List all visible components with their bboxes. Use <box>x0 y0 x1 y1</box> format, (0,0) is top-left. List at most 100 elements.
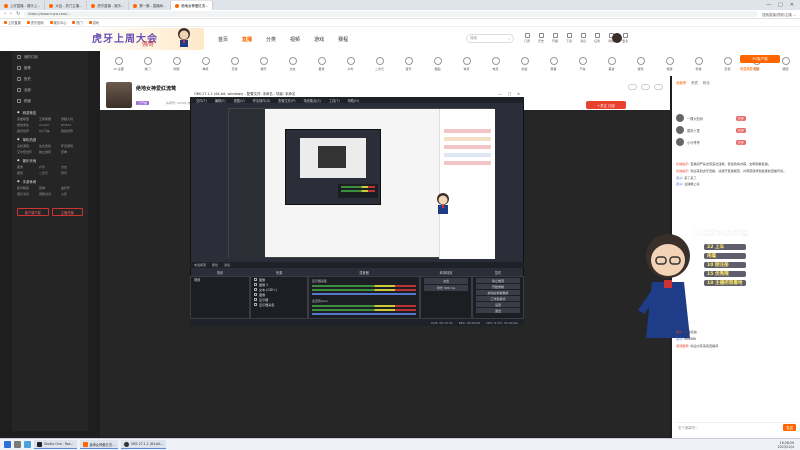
browser-tab[interactable]: 上好直播 - 娱乐上... <box>0 1 46 10</box>
category-item[interactable]: 音乐 <box>394 51 423 76</box>
share-icon[interactable] <box>628 84 637 90</box>
exit-button[interactable]: 退出 <box>476 308 520 313</box>
download-client-button[interactable]: 客户端下载 <box>17 208 49 216</box>
sidebar-link[interactable]: 蛋仔派对 <box>17 192 39 196</box>
category-item[interactable]: 科技 <box>684 51 713 76</box>
category-item[interactable]: 旅游 <box>655 51 684 76</box>
sidebar-link[interactable]: 我的世界 <box>61 129 83 133</box>
search-icon[interactable] <box>14 441 21 448</box>
minimize-icon[interactable]: — <box>766 2 771 8</box>
category-item[interactable]: 赛事 <box>539 51 568 76</box>
sidebar-link[interactable]: 英雄联盟 <box>17 117 39 121</box>
sidebar-link[interactable]: 二次元 <box>39 171 61 175</box>
bookmark-item[interactable]: 热门 <box>72 20 83 25</box>
chat-user[interactable]: 系统提示 <box>676 162 688 166</box>
header-icon-message[interactable]: 消息 <box>580 33 586 43</box>
sidebar-link[interactable]: 星秀 <box>17 165 39 169</box>
virtual-camera-button[interactable]: 启动虚拟摄像机 <box>476 290 520 295</box>
bookmark-item[interactable]: 虎牙官网 <box>26 20 44 25</box>
chat-user[interactable]: 观众 <box>676 337 682 341</box>
send-button[interactable]: 发送 <box>783 424 796 431</box>
sidebar-link[interactable]: 原神 <box>61 150 83 154</box>
obs-menu-item[interactable]: 停靠部件(D) <box>253 98 271 103</box>
sidebar-link[interactable]: 魔兽世界 <box>17 129 39 133</box>
forward-icon[interactable]: › <box>10 11 12 17</box>
more-icon[interactable] <box>654 84 663 90</box>
minimize-icon[interactable]: — <box>499 92 502 96</box>
sidebar-link[interactable]: 绝地求生 <box>17 123 39 127</box>
user-avatar[interactable] <box>612 33 622 43</box>
chat-user[interactable]: 观众 <box>676 182 682 186</box>
sidebar-link[interactable]: 艾尔登法环 <box>17 150 39 154</box>
chat-user[interactable]: 观众 <box>676 330 682 334</box>
category-item[interactable]: 汽车 <box>568 51 597 76</box>
browser-tab[interactable]: 第一篇 - 直播间... <box>129 1 172 10</box>
follow-button[interactable]: +关注 订阅 <box>586 101 626 109</box>
maximize-icon[interactable]: □ <box>508 92 511 96</box>
volume-slider[interactable] <box>312 313 416 315</box>
obs-menu-item[interactable]: 编辑(E) <box>215 98 226 103</box>
nav-video[interactable]: 视频 <box>290 36 300 43</box>
sidebar-link[interactable]: 独立游戏 <box>39 150 61 154</box>
sidebar-link[interactable]: 户外 <box>39 165 61 169</box>
header-icon-download[interactable]: 下载 <box>566 33 572 43</box>
sidebar-link[interactable]: 原神 <box>39 186 61 190</box>
category-item[interactable]: 手游 <box>220 51 249 76</box>
bookmark-item[interactable]: 游戏 <box>88 20 99 25</box>
start-recording-button[interactable]: 开始录制 <box>476 284 520 289</box>
sidebar-link[interactable]: 金铲铲 <box>61 186 83 190</box>
category-item[interactable]: 二次元 <box>365 51 394 76</box>
transition-duration[interactable]: 时长 300 ms <box>424 285 468 291</box>
header-icon-more[interactable]: 更多 <box>622 33 628 43</box>
nav-live[interactable]: 直播 <box>242 36 252 43</box>
bookmark-item[interactable]: 娱乐中心 <box>49 20 66 25</box>
category-item[interactable]: 交友 <box>278 51 307 76</box>
nav-schedule[interactable]: 赛程 <box>338 36 348 43</box>
rank-row[interactable]: 小马哥哥 守护 <box>676 136 746 148</box>
studio-mode-button[interactable]: 工作室模式 <box>476 296 520 301</box>
properties-button[interactable]: 属性 <box>212 263 218 267</box>
rank-row[interactable]: 一棵大松树 守护 <box>676 112 746 124</box>
tab-vip[interactable]: 贵宾 <box>691 80 698 85</box>
sidebar-link[interactable]: 怀旧游戏 <box>61 144 83 148</box>
category-item[interactable]: 单机 <box>191 51 220 76</box>
obs-menu-item[interactable]: 工具(T) <box>329 98 340 103</box>
report-icon[interactable] <box>641 84 650 90</box>
taskbar-app[interactable]: 鑫坤女神爱红流... <box>79 440 118 449</box>
header-icon-task[interactable]: 任务 <box>594 33 600 43</box>
sidebar-item-recommend[interactable]: 推荐 <box>12 62 88 73</box>
transition-select[interactable]: 淡出 <box>424 278 468 284</box>
category-item[interactable]: 综合 <box>510 51 539 76</box>
category-item[interactable]: 游戏 <box>626 51 655 76</box>
nav-category[interactable]: 分类 <box>266 36 276 43</box>
obs-menu-item[interactable]: 配置文件(P) <box>278 98 295 103</box>
search-icon[interactable]: ⌕ <box>508 37 510 41</box>
sidebar-link[interactable]: 和平精英 <box>17 186 39 190</box>
category-item[interactable]: 网游 <box>162 51 191 76</box>
danmaku-input[interactable]: 发个弹幕吧~ 发送 <box>676 422 796 432</box>
header-icon-history[interactable]: 历史 <box>538 33 544 43</box>
bookmark-item[interactable]: 上好直播 <box>4 20 21 25</box>
system-tray-clock[interactable]: 16:28:59 2023/12/4 <box>778 441 800 449</box>
sidebar-link[interactable]: 火影 <box>61 192 83 196</box>
obs-menu-item[interactable]: 文件(F) <box>196 98 207 103</box>
category-item[interactable]: 舞蹈 <box>423 51 452 76</box>
taskbar-app[interactable]: Studio One - Ros... <box>34 440 77 449</box>
start-icon[interactable] <box>4 441 11 448</box>
category-item[interactable]: 电竞 <box>481 51 510 76</box>
sidebar-item-channel[interactable]: 频道 <box>12 95 88 106</box>
sidebar-link[interactable]: 香肠派对 <box>39 192 61 196</box>
sidebar-link[interactable]: QQ飞车 <box>39 129 61 133</box>
sidebar-link[interactable]: 生化危机 <box>39 144 61 148</box>
sidebar-link[interactable]: 颜值 <box>17 171 39 175</box>
taskbar-app[interactable]: OBS 27.1.1 (64-bit... <box>120 440 167 449</box>
pc-client-button[interactable]: PC客户端 <box>740 55 780 63</box>
back-icon[interactable]: ‹ <box>4 11 6 17</box>
obs-preview-canvas[interactable] <box>228 108 495 259</box>
close-icon[interactable]: ✕ <box>790 2 794 8</box>
rank-row[interactable]: 春风十里 守护 <box>676 124 746 136</box>
tab-fans[interactable]: 粉丝 <box>703 80 710 85</box>
obs-menu-item[interactable]: 场景集合(S) <box>304 98 321 103</box>
browser-tab[interactable]: 大会 - 热门主播... <box>45 1 88 10</box>
chat-user[interactable]: 游戏昵称 <box>676 344 688 348</box>
